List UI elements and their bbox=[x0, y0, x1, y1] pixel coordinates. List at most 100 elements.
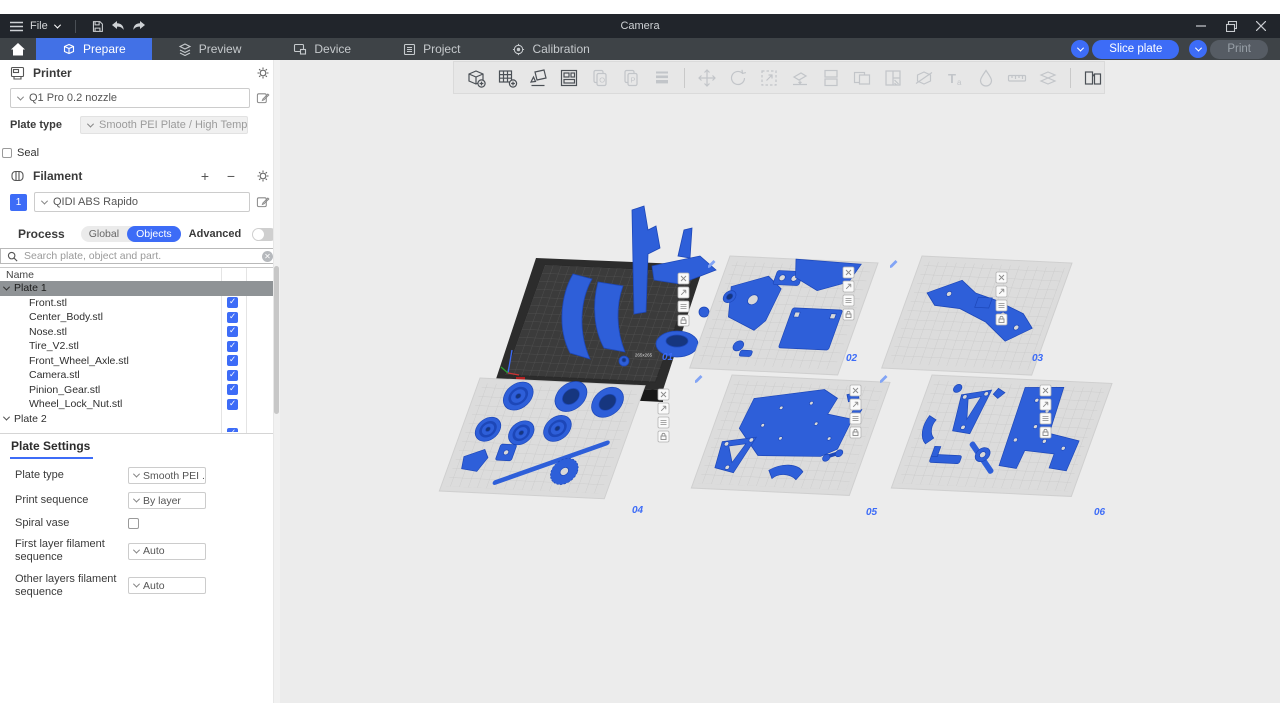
tree-plate2-row[interactable]: Plate 2 bbox=[0, 412, 280, 427]
tree-clipped-row bbox=[0, 426, 280, 432]
hamburger-icon[interactable] bbox=[10, 21, 23, 32]
file-menu-chevron-icon[interactable] bbox=[54, 21, 61, 28]
minimize-button[interactable] bbox=[1186, 14, 1216, 38]
plate-type-select[interactable]: Smooth PEI Plate / High Temp Plate bbox=[80, 116, 248, 134]
search-input[interactable] bbox=[24, 250, 256, 263]
process-scope-segment: Global Objects bbox=[81, 226, 181, 242]
printer-preset-select[interactable]: Q1 Pro 0.2 nozzle bbox=[10, 88, 250, 108]
tree-plate1-row[interactable]: Plate 1 bbox=[0, 281, 280, 296]
filament-section-header: Filament + − bbox=[0, 165, 280, 187]
tab-project[interactable]: Project bbox=[377, 38, 486, 60]
item-checkbox[interactable] bbox=[227, 312, 238, 323]
ps-first-layer-label: First layer filament sequence bbox=[15, 538, 128, 564]
save-icon[interactable] bbox=[91, 20, 104, 33]
spiral-vase-checkbox[interactable] bbox=[128, 518, 139, 529]
add-filament-button[interactable]: + bbox=[196, 169, 214, 183]
tab-prepare[interactable]: Prepare bbox=[36, 38, 152, 60]
item-checkbox[interactable] bbox=[227, 355, 238, 366]
home-button[interactable] bbox=[0, 38, 36, 60]
preview-layers-icon bbox=[178, 42, 192, 56]
seal-label: Seal bbox=[17, 147, 39, 159]
tree-item-row[interactable]: Camera.stl bbox=[0, 368, 280, 383]
tree-item-row[interactable]: Front.stl bbox=[0, 296, 280, 311]
plate-3[interactable]: 03 bbox=[882, 256, 1072, 375]
edit-plate-name-icon[interactable] bbox=[695, 375, 703, 383]
item-checkbox[interactable] bbox=[227, 326, 238, 337]
plate-label: 02 bbox=[846, 353, 858, 364]
item-checkbox[interactable] bbox=[227, 370, 238, 381]
item-checkbox[interactable] bbox=[227, 341, 238, 352]
filament-slot-badge[interactable]: 1 bbox=[10, 194, 27, 211]
advanced-label: Advanced bbox=[189, 228, 242, 240]
file-menu[interactable]: File bbox=[30, 20, 48, 32]
plate-settings-title: Plate Settings bbox=[10, 439, 93, 459]
tree-item-row[interactable]: Front_Wheel_Axle.stl bbox=[0, 354, 280, 369]
plate-label: 03 bbox=[1032, 353, 1044, 364]
tree-item-row[interactable]: Wheel_Lock_Nut.stl bbox=[0, 397, 280, 412]
plate-settings-section: Plate Settings Plate type Smooth PEI ...… bbox=[0, 434, 280, 599]
undo-icon[interactable] bbox=[111, 20, 125, 32]
plate-4[interactable]: 04 bbox=[439, 377, 669, 516]
tree-item-row[interactable]: Pinion_Gear.stl bbox=[0, 383, 280, 398]
tree-scrollbar-thumb[interactable] bbox=[274, 266, 279, 414]
viewport-3d[interactable]: O P Ta bbox=[280, 60, 1280, 703]
build-plates-scene: 265x265 01 bbox=[280, 60, 1280, 703]
plate-type-label: Plate type bbox=[10, 119, 80, 131]
close-button[interactable] bbox=[1246, 14, 1276, 38]
tabbar: Prepare Preview Device Project Calibrati… bbox=[0, 38, 1280, 60]
tab-preview[interactable]: Preview bbox=[152, 38, 268, 60]
plate-6[interactable]: 06 bbox=[880, 375, 1112, 518]
plate-label: 04 bbox=[632, 505, 644, 516]
scope-global[interactable]: Global bbox=[81, 228, 127, 240]
printer-settings-gear-icon[interactable] bbox=[256, 66, 270, 80]
slice-options-chevron[interactable] bbox=[1071, 40, 1089, 58]
process-section-header: Process Global Objects Advanced bbox=[0, 224, 280, 244]
item-checkbox[interactable] bbox=[227, 384, 238, 395]
restore-button[interactable] bbox=[1216, 14, 1246, 38]
edit-printer-icon[interactable] bbox=[256, 91, 270, 105]
tree-item-row[interactable]: Nose.stl bbox=[0, 325, 280, 340]
ps-first-layer-select[interactable]: Auto bbox=[128, 543, 206, 560]
plate-1[interactable]: 265x265 01 bbox=[495, 206, 720, 402]
ps-print-sequence-label: Print sequence bbox=[15, 494, 128, 507]
filament-select[interactable]: QIDI ABS Rapido bbox=[34, 192, 250, 212]
tab-calibration[interactable]: Calibration bbox=[486, 38, 615, 60]
seal-checkbox[interactable] bbox=[2, 148, 12, 158]
clear-search-icon[interactable]: ✕ bbox=[262, 251, 273, 262]
plate-2[interactable]: 02 bbox=[690, 256, 878, 375]
ps-plate-type-select[interactable]: Smooth PEI ... bbox=[128, 467, 206, 484]
print-button[interactable]: Print bbox=[1210, 40, 1268, 59]
ps-print-sequence-select[interactable]: By layer bbox=[128, 492, 206, 509]
collapse-chevron-icon[interactable] bbox=[3, 414, 10, 421]
ps-spiral-vase-label: Spiral vase bbox=[15, 517, 128, 530]
svg-text:265x265: 265x265 bbox=[635, 353, 653, 358]
plate-4-corner-buttons[interactable] bbox=[658, 389, 669, 442]
redo-icon[interactable] bbox=[132, 20, 146, 32]
app-window: Camera File bbox=[0, 14, 1280, 703]
filament-settings-gear-icon[interactable] bbox=[256, 169, 270, 183]
tree-item-row[interactable]: Center_Body.stl bbox=[0, 310, 280, 325]
filament-section-title: Filament bbox=[33, 169, 82, 183]
edit-plate-name-icon[interactable] bbox=[890, 260, 898, 268]
printer-section-header: Printer bbox=[0, 62, 280, 84]
ps-plate-type-label: Plate type bbox=[15, 469, 128, 482]
tree-item-row[interactable]: Tire_V2.stl bbox=[0, 339, 280, 354]
plate-size-tag: 265x265 bbox=[632, 351, 655, 358]
plate-5[interactable]: 05 bbox=[691, 375, 890, 518]
project-doc-icon bbox=[403, 43, 416, 56]
item-checkbox[interactable] bbox=[227, 297, 238, 308]
ps-other-layers-select[interactable]: Auto bbox=[128, 577, 206, 594]
slice-plate-button[interactable]: Slice plate bbox=[1092, 40, 1179, 59]
print-options-chevron[interactable] bbox=[1189, 40, 1207, 58]
calibration-icon bbox=[512, 43, 525, 56]
titlebar: Camera File bbox=[0, 14, 1280, 38]
search-icon bbox=[7, 251, 18, 262]
scope-objects[interactable]: Objects bbox=[127, 226, 181, 242]
tab-device[interactable]: Device bbox=[267, 38, 377, 60]
collapse-chevron-icon[interactable] bbox=[3, 283, 10, 290]
item-checkbox[interactable] bbox=[227, 399, 238, 410]
remove-filament-button[interactable]: − bbox=[222, 169, 240, 183]
edit-filament-icon[interactable] bbox=[256, 195, 270, 209]
process-section-title: Process bbox=[18, 227, 65, 241]
select-chevron-icon bbox=[17, 93, 24, 100]
